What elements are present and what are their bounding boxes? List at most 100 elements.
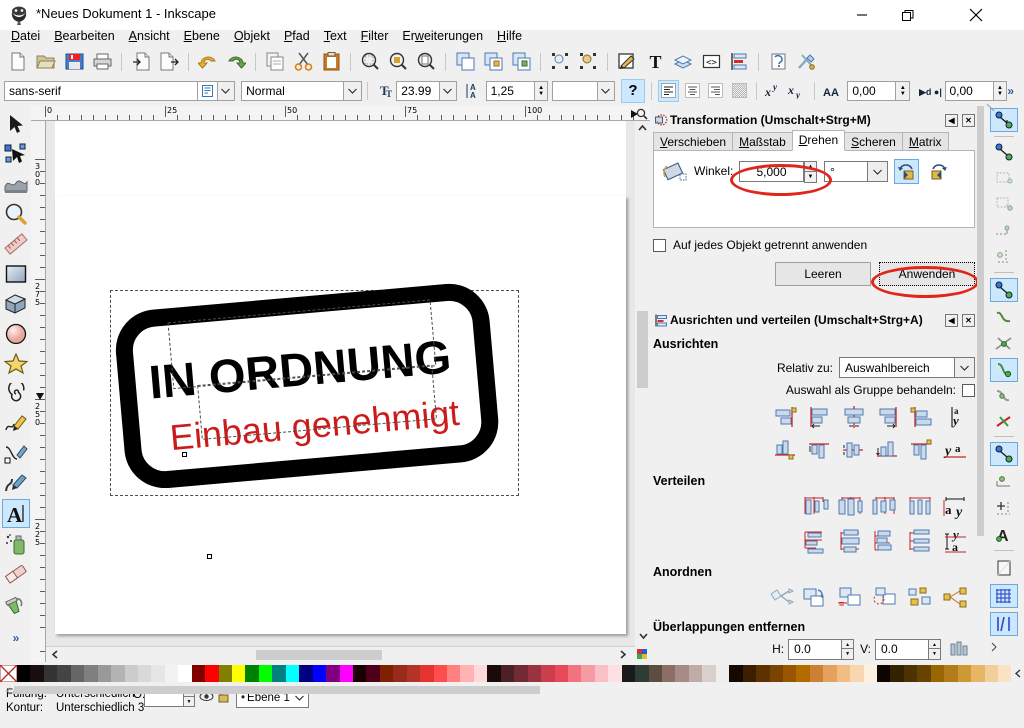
- randomize-positions-icon[interactable]: [871, 583, 901, 613]
- drawing-canvas[interactable]: IN ORDNUNG Einbau genehmigt: [46, 121, 635, 646]
- snap-cusp-node-icon[interactable]: [990, 358, 1018, 382]
- palette-swatch[interactable]: [836, 665, 851, 682]
- palette-swatch[interactable]: [232, 665, 246, 682]
- no-color-swatch[interactable]: [0, 664, 18, 683]
- palette-swatch[interactable]: [957, 665, 972, 682]
- palette-swatch[interactable]: [460, 665, 474, 682]
- canvas-horizontal-scrollbar[interactable]: [46, 646, 635, 662]
- undo-icon[interactable]: [195, 49, 221, 75]
- palette-swatch[interactable]: [997, 665, 1012, 682]
- zoom-selection-icon[interactable]: [357, 49, 383, 75]
- star-tool[interactable]: [2, 349, 30, 378]
- palette-swatch[interactable]: [111, 665, 125, 682]
- duplicate-icon[interactable]: [452, 49, 478, 75]
- align-top-to-bottom-anchor-icon[interactable]: [907, 435, 937, 465]
- palette-swatch[interactable]: [393, 665, 407, 682]
- zoom-drawing-icon[interactable]: [385, 49, 411, 75]
- snapbar-top-handle-icon[interactable]: [984, 100, 996, 114]
- xml-editor-icon[interactable]: <>: [698, 49, 724, 75]
- palette-swatch[interactable]: [500, 665, 515, 682]
- palette-swatch[interactable]: [272, 665, 286, 682]
- vertical-ruler[interactable]: 300 275 250 225: [31, 121, 46, 662]
- overlap-h-stepper[interactable]: ▲ ▼: [842, 638, 855, 660]
- copy-icon[interactable]: [262, 49, 288, 75]
- text-help-button[interactable]: ?: [621, 78, 645, 103]
- snap-smooth-node-icon[interactable]: [990, 384, 1018, 408]
- palette-swatch[interactable]: [57, 665, 71, 682]
- palette-swatch[interactable]: [769, 665, 783, 682]
- menu-bearbeiten[interactable]: Bearbeiten: [47, 27, 121, 45]
- scroll-down-icon[interactable]: [636, 630, 650, 642]
- line-spacing-stepper[interactable]: ▲ ▼: [534, 80, 549, 101]
- document-properties-icon[interactable]: [765, 49, 791, 75]
- open-document-icon[interactable]: [33, 49, 59, 75]
- unclump-objects-icon[interactable]: [906, 583, 936, 613]
- spray-tool[interactable]: [2, 529, 30, 558]
- letter-spacing-input[interactable]: 0,00: [847, 80, 897, 101]
- line-spacing-unit-input[interactable]: [552, 80, 598, 101]
- cut-icon[interactable]: [290, 49, 316, 75]
- snap-others-icon[interactable]: [990, 442, 1018, 466]
- menu-ansicht[interactable]: Ansicht: [122, 27, 177, 45]
- rotate-clockwise-icon[interactable]: [926, 159, 951, 184]
- angle-stepper[interactable]: ▲ ▼: [804, 161, 817, 183]
- align-panel-close-button[interactable]: ✕: [962, 313, 975, 327]
- palette-swatch[interactable]: [379, 665, 394, 682]
- menu-datei[interactable]: DDateiatei: [4, 27, 47, 45]
- align-left-icon[interactable]: [657, 79, 680, 102]
- overlap-v-input[interactable]: 0.0: [875, 638, 929, 660]
- palette-scroll-left-icon[interactable]: [4, 686, 13, 696]
- snapbar-overflow-icon[interactable]: [988, 640, 1006, 654]
- palette-swatches[interactable]: [17, 665, 1012, 682]
- palette-swatch[interactable]: [971, 665, 985, 682]
- palette-swatch[interactable]: [447, 665, 461, 682]
- text-and-font-icon[interactable]: T: [642, 49, 668, 75]
- dock-scrollbar[interactable]: [977, 106, 984, 662]
- palette-swatch[interactable]: [137, 665, 152, 682]
- palette-swatch[interactable]: [70, 665, 85, 682]
- remove-overlaps-icon[interactable]: [947, 638, 971, 660]
- distribute-text-baselines-h-icon[interactable]: ay: [941, 492, 971, 522]
- align-bottom-edges-icon[interactable]: [873, 435, 903, 465]
- menu-text[interactable]: Text: [317, 27, 354, 45]
- scroll-left-icon[interactable]: [48, 648, 62, 660]
- angle-unit-dropdown[interactable]: [868, 161, 888, 182]
- exchange-positions-clockwise-icon[interactable]: =: [836, 583, 866, 613]
- palette-swatch[interactable]: [742, 665, 757, 682]
- zoom-corner-icon[interactable]: [634, 106, 650, 121]
- distribute-equal-gaps-h-icon[interactable]: [906, 492, 936, 522]
- snap-nodes-icon[interactable]: [990, 278, 1018, 302]
- tab-massstab[interactable]: Maßstab: [732, 132, 793, 151]
- align-center-icon[interactable]: [681, 80, 703, 102]
- ellipse-tool[interactable]: [2, 319, 30, 348]
- stamp-artwork[interactable]: IN ORDNUNG Einbau genehmigt: [106, 283, 508, 489]
- align-left-edges-icon[interactable]: [805, 402, 835, 432]
- snap-bbox-edge-icon[interactable]: [990, 166, 1018, 190]
- snap-path-icon[interactable]: [990, 306, 1018, 330]
- palette-swatch[interactable]: [850, 665, 864, 682]
- distribute-bottom-edges-icon[interactable]: [871, 526, 901, 556]
- relative-to-value[interactable]: Auswahlbereich: [839, 357, 955, 378]
- new-document-icon[interactable]: [5, 49, 31, 75]
- palette-swatch[interactable]: [339, 665, 353, 682]
- palette-swatch[interactable]: [527, 665, 542, 682]
- snap-bbox-edge-mid-icon[interactable]: [990, 218, 1018, 242]
- zoom-page-icon[interactable]: [413, 49, 439, 75]
- exchange-positions-selection-order-icon[interactable]: [766, 583, 796, 613]
- palette-swatch[interactable]: [662, 665, 676, 682]
- object-lower-icon[interactable]: [575, 49, 601, 75]
- palette-swatch[interactable]: [594, 665, 609, 682]
- canvas-vertical-scrollbar[interactable]: [635, 121, 650, 646]
- palette-swatch[interactable]: [164, 665, 179, 682]
- palette-swatch[interactable]: [84, 665, 98, 682]
- sticky-zoom-icon[interactable]: [634, 646, 650, 662]
- center-on-horizontal-axis-icon[interactable]: [839, 435, 869, 465]
- preferences-icon[interactable]: [793, 49, 819, 75]
- snap-line-midpoint-icon[interactable]: [990, 410, 1018, 434]
- transform-panel-collapse-button[interactable]: ◀: [945, 113, 958, 127]
- menu-objekt[interactable]: Objekt: [227, 27, 277, 45]
- palette-scroll-right-icon[interactable]: [1012, 665, 1024, 682]
- align-top-edges-icon[interactable]: [805, 435, 835, 465]
- font-list-icon[interactable]: [198, 80, 218, 101]
- ungroup-icon[interactable]: [508, 49, 534, 75]
